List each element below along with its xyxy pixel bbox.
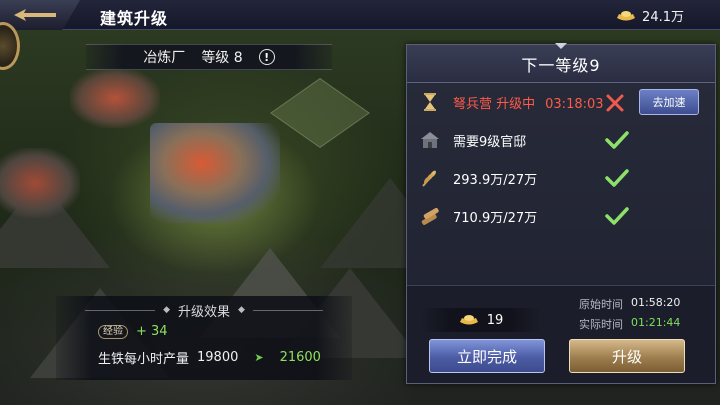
- actual-time: 01:21:44: [631, 316, 681, 329]
- ornament-icon: ◆: [163, 305, 170, 315]
- stat-name: 生铁每小时产量: [98, 352, 190, 367]
- stat-current: 19800: [197, 350, 239, 365]
- requirement-text: 弩兵营 升级中 03:18:03: [453, 93, 604, 112]
- panel-footer: 19 原始时间 01:58:20 实际时间 01:21:44 立即完成 升级: [407, 285, 715, 383]
- requirement-text: 710.9万/27万: [453, 210, 538, 226]
- smelter-building-neighbor[interactable]: [0, 148, 80, 218]
- speed-up-button[interactable]: 去加速: [639, 89, 699, 115]
- upgrade-button[interactable]: 升级: [569, 339, 685, 373]
- time-info: 原始时间 01:58:20 实际时间 01:21:44: [575, 296, 680, 336]
- requirement-row: 需要9级官邸: [407, 121, 715, 159]
- check-icon: [605, 207, 629, 225]
- requirement-row: 293.9万/27万: [407, 159, 715, 197]
- smelter-building-neighbor[interactable]: [70, 68, 160, 128]
- requirement-list: 弩兵营 升级中 03:18:03 去加速 需要9级官邸 293.9万/27万 7…: [407, 83, 715, 235]
- busy-building-text: 弩兵营 升级中: [453, 96, 536, 112]
- exp-row: 经验 + 34: [98, 324, 168, 339]
- effect-title: 升级效果: [177, 304, 230, 320]
- increase-arrow-icon: ➤: [254, 351, 264, 364]
- mansion-icon: [421, 132, 439, 148]
- exp-badge: 经验: [98, 324, 128, 339]
- cost-gold: 19: [486, 312, 504, 328]
- divider: [85, 309, 156, 311]
- gold-ingot-icon: [459, 315, 478, 325]
- panel-title: 下一等级9: [521, 55, 601, 75]
- effect-header: ◆ 升级效果 ◆: [56, 302, 352, 320]
- requirement-text: 293.9万/27万: [453, 172, 538, 188]
- smelter-building-selected[interactable]: [150, 123, 280, 223]
- instant-complete-button[interactable]: 立即完成: [429, 339, 545, 373]
- building-name: 冶炼厂: [143, 50, 186, 66]
- check-icon: [605, 169, 629, 187]
- back-arrow-icon: [14, 9, 56, 21]
- requirement-text: 需要9级官邸: [453, 134, 527, 150]
- page-title: 建筑升级: [100, 9, 169, 28]
- upgrade-effect-panel: ◆ 升级效果 ◆ 经验 + 34 生铁每小时产量 19800 ➤ 21600: [56, 296, 352, 380]
- production-row: 生铁每小时产量 19800 ➤ 21600: [98, 348, 321, 367]
- hourglass-icon: [424, 93, 436, 111]
- original-time-label: 原始时间: [579, 298, 623, 311]
- requirement-row: 710.9万/27万: [407, 197, 715, 235]
- building-nameplate: 冶炼厂 等级 8 !: [86, 44, 332, 70]
- panel-header: 下一等级9: [407, 43, 715, 83]
- gold-amount: 24.1万: [642, 10, 684, 25]
- busy-timer: 03:18:03: [545, 96, 604, 112]
- notch-ornament-icon: [555, 43, 567, 49]
- gold-ingot-icon: [617, 10, 636, 20]
- wood-icon: [421, 208, 439, 225]
- check-icon: [605, 131, 629, 149]
- building-level: 等级 8: [201, 50, 243, 66]
- cross-icon: [606, 94, 624, 112]
- exp-value: + 34: [136, 324, 168, 339]
- requirement-row: 弩兵营 升级中 03:18:03 去加速: [407, 83, 715, 121]
- wheat-icon: [422, 170, 436, 187]
- original-time-row: 原始时间 01:58:20: [575, 296, 680, 312]
- next-level-panel: 下一等级9 弩兵营 升级中 03:18:03 去加速 需要9级官邸 293.9万…: [406, 43, 716, 384]
- top-bar: 建筑升级 24.1万: [0, 0, 720, 30]
- stat-next: 21600: [279, 350, 321, 365]
- actual-time-row: 实际时间 01:21:44: [575, 316, 680, 332]
- original-time: 01:58:20: [631, 296, 681, 309]
- gold-counter: 24.1万: [616, 6, 684, 25]
- instant-cost: 19: [421, 308, 541, 332]
- divider: [252, 309, 323, 311]
- actual-time-label: 实际时间: [579, 318, 623, 331]
- empty-building-plot[interactable]: [270, 78, 370, 148]
- ornament-icon: ◆: [238, 305, 245, 315]
- info-icon[interactable]: !: [258, 49, 275, 65]
